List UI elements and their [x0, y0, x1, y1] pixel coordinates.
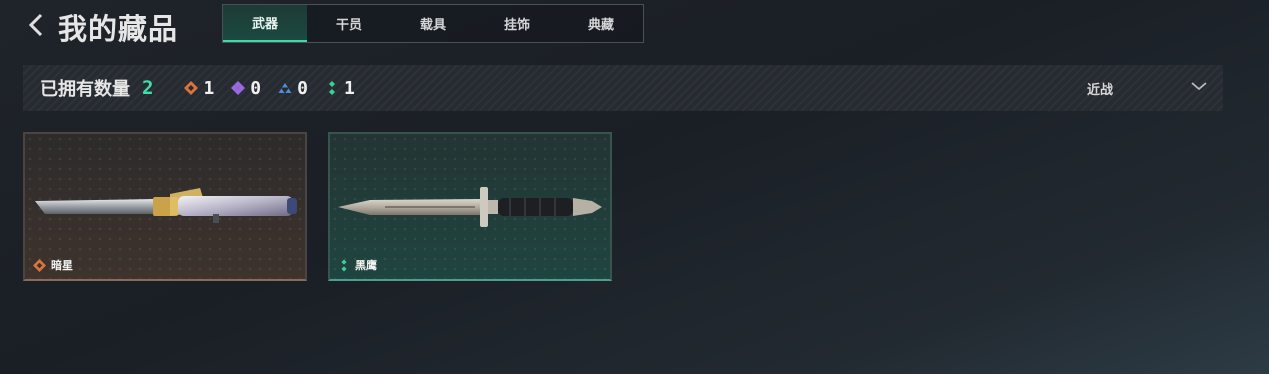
tab-weapons[interactable]: 武器 — [223, 5, 307, 42]
rarity-stat-green: 1 — [324, 78, 355, 99]
tab-charms[interactable]: 挂饰 — [475, 5, 559, 42]
rarity-stat-blue-value: 0 — [297, 77, 308, 99]
weapon-type-filter-dropdown[interactable]: 近战 — [1073, 65, 1223, 111]
card-footer: 黑鹰 — [338, 257, 377, 273]
knife-skin-image — [35, 188, 297, 223]
filter-selected-value: 近战 — [1087, 82, 1114, 98]
weapon-card-name: 暗星 — [51, 259, 73, 272]
rarity-stat-orange-value: 1 — [203, 77, 215, 99]
rarity-stat-purple: 0 — [230, 78, 261, 99]
ownership-summary-bar: 已拥有数量 2 1 0 0 1 近战 — [23, 65, 1223, 111]
green-dots-icon — [341, 259, 347, 271]
rarity-stat-purple-value: 0 — [250, 77, 262, 99]
category-tabs: 武器 干员 载具 挂饰 典藏 — [222, 4, 644, 43]
tab-vehicles[interactable]: 载具 — [391, 5, 475, 42]
weapon-card-heiying[interactable]: 黑鹰 — [328, 132, 612, 281]
owned-count-value: 2 — [142, 77, 154, 99]
blue-triangle-icon — [277, 80, 293, 96]
green-dots-icon — [324, 80, 340, 96]
chevron-left-icon — [28, 13, 43, 37]
weapon-card-anxing[interactable]: 暗星 — [23, 132, 307, 281]
weapon-card-name: 黑鹰 — [355, 259, 377, 272]
rarity-stat-blue: 0 — [277, 78, 308, 99]
purple-diamond-icon — [230, 80, 246, 96]
orange-diamond-icon — [33, 258, 46, 272]
card-footer: 暗星 — [33, 257, 73, 273]
page-title: 我的藏品 — [58, 12, 179, 46]
orange-diamond-icon — [183, 80, 199, 96]
rarity-stat-orange: 1 — [183, 78, 214, 99]
chevron-down-icon — [1191, 82, 1207, 91]
knife-skin-image — [338, 187, 602, 227]
tab-collection[interactable]: 典藏 — [559, 5, 643, 42]
back-button[interactable] — [24, 10, 48, 40]
owned-count-label: 已拥有数量 — [40, 79, 130, 100]
tab-operators[interactable]: 干员 — [307, 5, 391, 42]
rarity-stat-green-value: 1 — [343, 77, 355, 99]
